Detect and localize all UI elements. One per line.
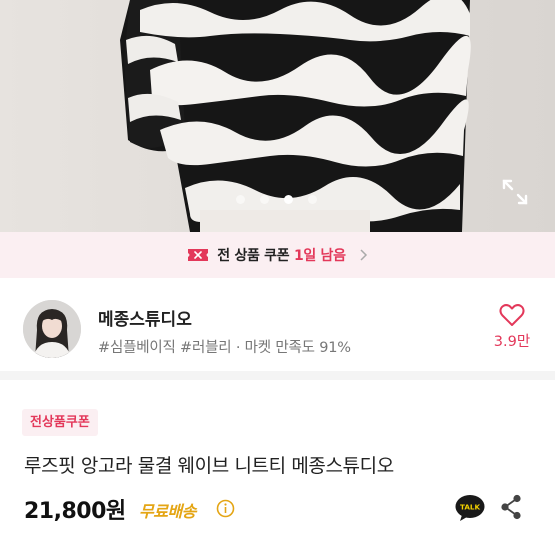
tag-separator: ·	[231, 340, 245, 356]
gallery-dot-active[interactable]	[284, 195, 293, 204]
coupon-remaining: 1일 남음	[293, 248, 346, 264]
heart-icon	[499, 304, 525, 326]
product-image[interactable]	[0, 0, 555, 232]
shop-tags: #심플베이직 #러블리 · 마켓 만족도 91%	[98, 336, 351, 357]
gallery-pagination	[0, 193, 555, 207]
avatar-image	[23, 300, 81, 358]
coupon-icon	[188, 249, 209, 261]
info-icon[interactable]	[216, 499, 235, 518]
product-title: 루즈핏 앙고라 물결 웨이브 니트티 메종스튜디오	[24, 455, 394, 477]
product-price: 21,800원	[24, 499, 126, 524]
shop-avatar[interactable]	[23, 300, 81, 358]
share-icon[interactable]	[500, 494, 522, 520]
like-count: 3.9만	[493, 334, 531, 350]
shop-name[interactable]: 메종스튜디오	[98, 305, 192, 330]
expand-icon[interactable]	[500, 177, 530, 207]
talk-label: TALK	[460, 503, 480, 512]
gallery-dot[interactable]	[260, 195, 269, 204]
like-button[interactable]: 3.9만	[488, 303, 536, 351]
coupon-badge: 전상품쿠폰	[22, 409, 98, 436]
kakao-talk-button[interactable]: TALK	[455, 494, 485, 522]
free-shipping-label: 무료배송	[139, 502, 196, 521]
coupon-banner[interactable]: 전 상품 쿠폰 1일 남음	[0, 232, 555, 278]
chevron-right-icon	[360, 249, 367, 261]
coupon-banner-text: 전 상품 쿠폰 1일 남음	[217, 248, 346, 264]
shop-rating: 마켓 만족도 91%	[244, 340, 351, 356]
shop-hashtags: #심플베이직 #러블리	[98, 340, 232, 356]
gallery-dot[interactable]	[236, 195, 245, 204]
gallery-dot[interactable]	[308, 195, 317, 204]
shop-section: 메종스튜디오 #심플베이직 #러블리 · 마켓 만족도 91% 3.9만	[0, 278, 555, 380]
